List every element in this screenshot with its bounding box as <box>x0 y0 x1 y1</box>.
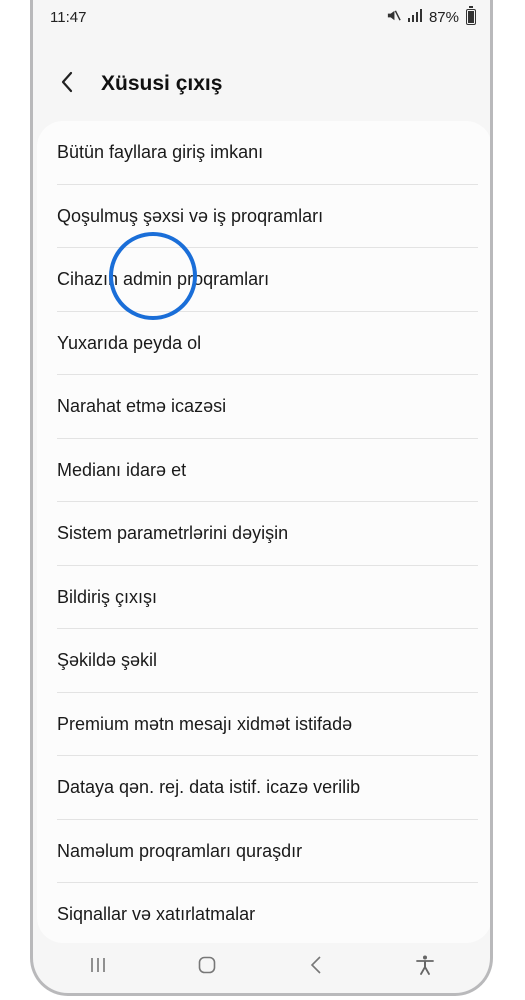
signal-icon <box>407 8 422 26</box>
phone-frame: 11:47 87% Xüsusi çıxış Bütün fayllara gi… <box>30 0 493 996</box>
status-bar: 11:47 87% <box>33 0 490 34</box>
nav-back-button[interactable] <box>286 947 346 987</box>
recents-icon <box>89 957 107 978</box>
settings-list-card: Bütün fayllara giriş imkanı Qoşulmuş şəx… <box>37 121 490 943</box>
home-icon <box>198 956 216 979</box>
chevron-left-icon <box>60 71 74 98</box>
battery-percent: 87% <box>428 8 459 26</box>
list-item[interactable]: Naməlum proqramları quraşdır <box>37 820 490 884</box>
recents-button[interactable] <box>68 947 128 987</box>
list-item[interactable]: Dataya qən. rej. data istif. icazə veril… <box>37 756 490 820</box>
settings-list: Bütün fayllara giriş imkanı Qoşulmuş şəx… <box>37 121 490 943</box>
list-item[interactable]: Sistem parametrlərini dəyişin <box>37 502 490 566</box>
list-item[interactable]: Cihazın admin proqramları <box>37 248 490 312</box>
page-title: Xüsusi çıxış <box>101 72 223 95</box>
status-icons: 87% <box>386 6 476 27</box>
list-item[interactable]: Medianı idarə et <box>37 439 490 503</box>
list-item[interactable]: Yuxarıda peyda ol <box>37 312 490 376</box>
list-item[interactable]: Premium mətn mesajı xidmət istifadə <box>37 693 490 757</box>
mute-icon <box>386 8 401 27</box>
home-button[interactable] <box>177 947 237 987</box>
back-icon <box>310 955 322 979</box>
list-item[interactable]: Bildiriş çıxışı <box>37 566 490 630</box>
status-time: 11:47 <box>50 8 87 26</box>
accessibility-button[interactable] <box>395 947 455 987</box>
app-header: Xüsusi çıxış <box>33 58 490 110</box>
battery-icon <box>466 6 476 25</box>
back-button[interactable] <box>37 58 97 110</box>
list-item[interactable]: Qoşulmuş şəxsi və iş proqramları <box>37 185 490 249</box>
navigation-bar <box>33 941 490 993</box>
list-item[interactable]: Şəkildə şəkil <box>37 629 490 693</box>
list-item[interactable]: Siqnallar və xatırlatmalar <box>37 883 490 943</box>
list-item[interactable]: Bütün fayllara giriş imkanı <box>37 121 490 185</box>
list-item[interactable]: Narahat etmə icazəsi <box>37 375 490 439</box>
accessibility-icon <box>416 955 435 980</box>
